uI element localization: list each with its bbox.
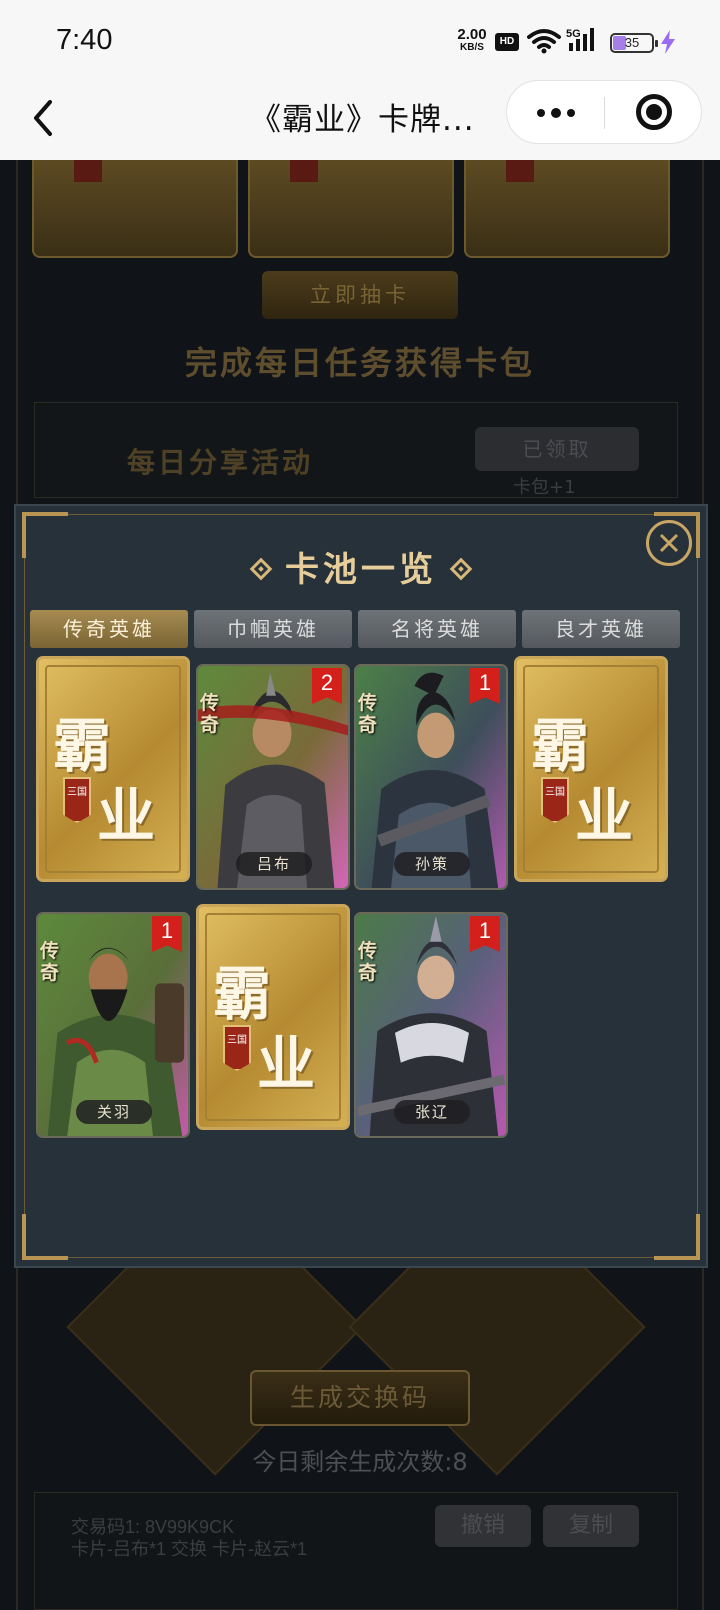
card-logo-bottom: 业	[97, 782, 156, 850]
svg-text:5G: 5G	[566, 28, 581, 40]
hero-name: 张辽	[394, 1100, 470, 1124]
tab-famous-general[interactable]: 名将英雄	[358, 610, 516, 648]
draw-card-button[interactable]: 立即抽卡	[262, 271, 458, 319]
diamond-ornament-icon	[249, 557, 273, 581]
capsule-divider	[604, 97, 605, 129]
card-seal: 三国	[541, 777, 569, 823]
background-card-2	[248, 160, 454, 258]
task-title: 每日分享活动	[127, 446, 314, 479]
card-pool-modal: 卡池一览 传奇英雄 巾帼英雄 名将英雄 良才英雄 霸 三国 业 传奇 2 吕布 …	[14, 504, 708, 1268]
close-icon	[659, 533, 679, 553]
battery-indicator: 35	[610, 33, 658, 53]
trade-code-row: 交易码1: 8V99K9CK 卡片-吕布*1 交换 卡片-赵云*1 撤销 复制	[34, 1492, 678, 1610]
card-seal: 三国	[223, 1025, 251, 1071]
network-speed: 2.00 KB/S	[452, 26, 492, 54]
signal-icon: 5G	[566, 28, 594, 51]
rarity-label: 传奇	[358, 940, 378, 984]
rarity-label: 传奇	[40, 940, 60, 984]
close-miniapp-button[interactable]	[606, 81, 702, 143]
mini-app-capsule	[506, 80, 702, 144]
tab-legendary[interactable]: 传奇英雄	[30, 610, 188, 648]
charging-bolt-icon	[661, 30, 675, 54]
daily-task-heading: 完成每日任务获得卡包	[184, 344, 535, 382]
back-arrow-icon	[34, 100, 52, 136]
locked-card[interactable]: 霸 三国 业	[196, 904, 350, 1130]
corner-ornament	[654, 1214, 700, 1260]
more-button[interactable]	[507, 81, 603, 143]
tab-heroine[interactable]: 巾帼英雄	[194, 610, 352, 648]
battery-level: 35	[624, 35, 640, 50]
generate-code-button[interactable]: 生成交换码	[250, 1370, 470, 1426]
hero-card-sun-ce[interactable]: 传奇 1 孙策	[354, 664, 508, 890]
hero-tabs: 传奇英雄 巾帼英雄 名将英雄 良才英雄	[30, 610, 690, 648]
trade-detail: 卡片-吕布*1 交换 卡片-赵云*1	[71, 1539, 308, 1559]
daily-share-task: 每日分享活动 已领取 卡包+1	[34, 402, 678, 498]
remaining-count: 今日剩余生成次数:8	[252, 1448, 468, 1476]
card-logo-bottom: 业	[575, 782, 634, 850]
status-time: 7:40	[56, 24, 113, 56]
hero-card-lu-bu[interactable]: 传奇 2 吕布	[196, 664, 350, 890]
diamond-ornament-icon	[449, 557, 473, 581]
rarity-label: 传奇	[358, 692, 378, 736]
revoke-button[interactable]: 撤销	[435, 1505, 531, 1547]
hero-name: 关羽	[76, 1100, 152, 1124]
hero-name: 孙策	[394, 852, 470, 876]
copy-button[interactable]: 复制	[543, 1505, 639, 1547]
hero-name: 吕布	[236, 852, 312, 876]
network-speed-value: 2.00	[457, 26, 487, 43]
modal-close-button[interactable]	[646, 520, 692, 566]
tab-talent[interactable]: 良才英雄	[522, 610, 680, 648]
locked-card[interactable]: 霸 三国 业	[514, 656, 668, 882]
hd-badge: HD	[495, 33, 519, 51]
card-logo-bottom: 业	[257, 1030, 316, 1098]
modal-title-row: 卡池一览	[16, 542, 706, 591]
nav-bar: 《霸业》卡牌...	[0, 80, 720, 160]
hero-card-guan-yu[interactable]: 传奇 1 关羽	[36, 912, 190, 1138]
background-card-3	[464, 160, 670, 258]
rarity-label: 传奇	[200, 692, 220, 736]
claimed-button[interactable]: 已领取	[475, 427, 639, 471]
card-seal: 三国	[63, 777, 91, 823]
corner-ornament	[22, 1214, 68, 1260]
back-button[interactable]	[28, 96, 68, 140]
locked-card[interactable]: 霸 三国 业	[36, 656, 190, 882]
task-reward: 卡包+1	[513, 477, 576, 498]
modal-title: 卡池一览	[285, 550, 437, 590]
status-bar: 7:40 2.00 KB/S HD 5G 35	[0, 0, 720, 80]
page-title: 《霸业》卡牌...	[250, 102, 475, 138]
wifi-icon	[527, 29, 561, 54]
background-card-1	[32, 160, 238, 258]
hero-card-zhang-liao[interactable]: 传奇 1 张辽	[354, 912, 508, 1138]
